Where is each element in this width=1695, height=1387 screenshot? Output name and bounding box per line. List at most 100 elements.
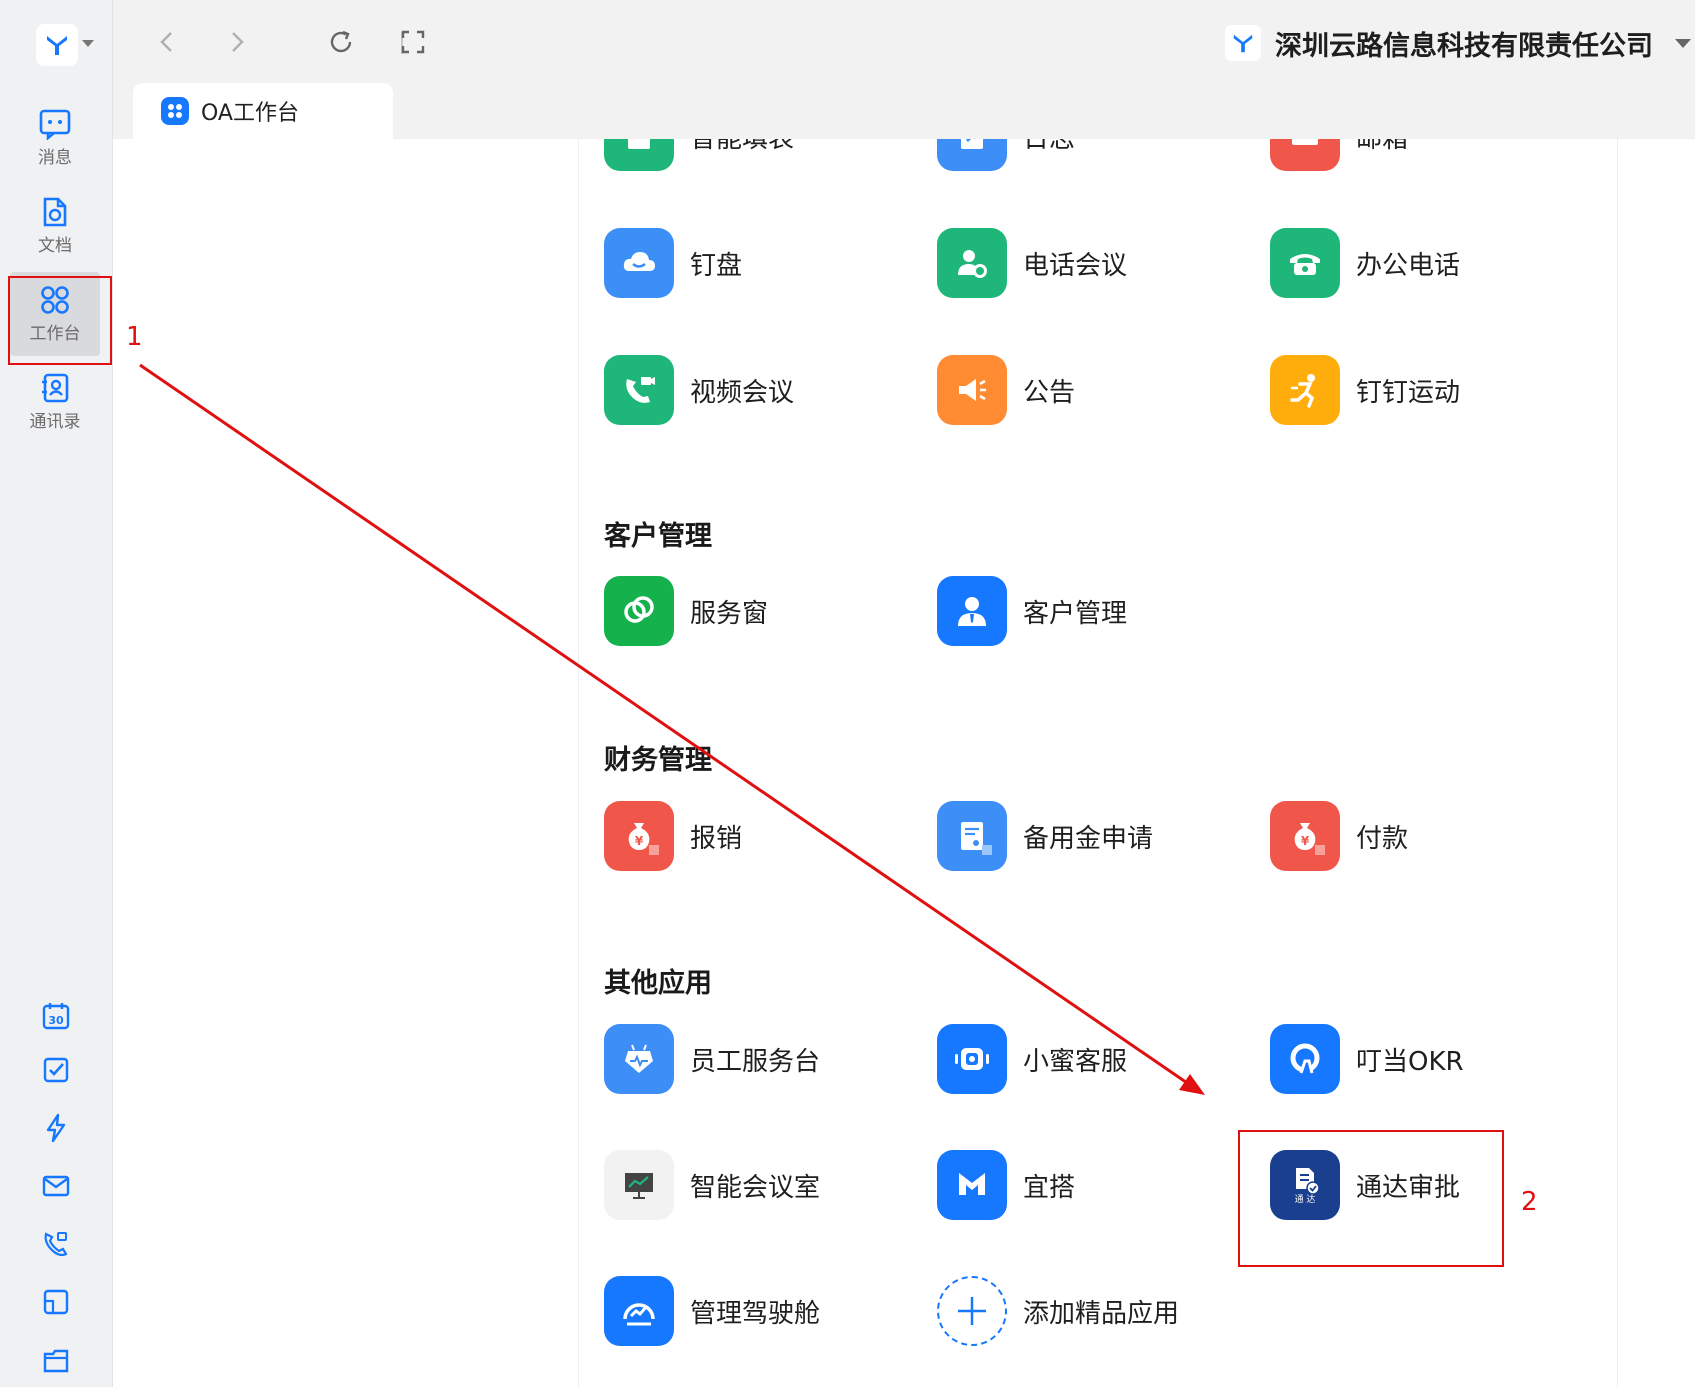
app-label: 付款 [1356,823,1409,854]
app-label: 小蜜客服 [1023,1046,1128,1077]
svg-text:¥: ¥ [635,834,644,848]
annotation-number-2: 2 [1521,1187,1538,1217]
layout-box-icon [43,1289,69,1315]
folder-icon [43,1349,69,1373]
workspace-button[interactable] [38,1284,74,1320]
app-label: 邮箱 [1356,139,1408,155]
ding-button[interactable] [38,1110,74,1146]
annotation-box-2 [1238,1130,1504,1267]
company-name: 深圳云路信息科技有限责任公司 [1275,30,1653,62]
app-office-phone[interactable]: 办公电话 [1270,228,1460,298]
app-okr[interactable]: 叮当OKR [1270,1024,1464,1094]
service-window-icon [604,576,674,646]
app-label: 员工服务台 [690,1046,821,1077]
app-add-premium[interactable]: 添加精品应用 [937,1276,1179,1346]
fullscreen-icon [401,30,425,54]
app-mail[interactable]: 邮箱 [1270,139,1408,171]
logo-dropdown-icon[interactable] [82,40,94,47]
todo-button[interactable] [38,1052,74,1088]
meeting-room-icon [604,1150,674,1220]
app-video-meeting[interactable]: 视频会议 [604,355,794,425]
chevron-left-icon [160,32,172,52]
app-customer-management[interactable]: 客户管理 [937,576,1127,646]
rail-item-contacts[interactable]: 通讯录 [10,360,100,444]
app-label: 管理驾驶舱 [690,1298,821,1329]
app-label: 智能填表 [690,139,794,155]
annotation-box-1 [8,276,112,365]
app-label: 客户管理 [1023,598,1128,629]
app-meeting-room[interactable]: 智能会议室 [604,1150,820,1220]
chevron-right-icon [232,32,244,52]
app-yida[interactable]: 宜搭 [937,1150,1075,1220]
dingtalk-logo-icon [1233,34,1253,53]
annotation-number-1: 1 [126,322,143,352]
workbench-tab-icon [161,97,189,125]
app-smart-form[interactable]: 智能填表 [604,139,794,171]
calendar-button[interactable]: 30 [38,998,74,1034]
app-reimburse[interactable]: ¥ 报销 [604,801,742,871]
okr-icon [1270,1024,1340,1094]
todo-check-icon [43,1057,69,1083]
ai-service-icon [937,1024,1007,1094]
app-ai-service[interactable]: 小蜜客服 [937,1024,1127,1094]
calendar-icon: 30 [42,1003,70,1030]
app-label: 日志 [1023,139,1075,155]
yida-icon [937,1150,1007,1220]
app-petty-cash[interactable]: 备用金申请 [937,801,1153,871]
app-label: 添加精品应用 [1023,1298,1180,1329]
app-logo[interactable] [36,24,78,66]
app-label: 钉钉运动 [1356,377,1461,408]
app-announcement[interactable]: 公告 [937,355,1075,425]
app-label: 智能会议室 [690,1172,821,1203]
rail-item-messages[interactable]: 消息 [10,96,100,180]
app-log[interactable]: 日志 [937,139,1075,171]
mail-button[interactable] [38,1168,74,1204]
reimburse-icon: ¥ [604,801,674,871]
log-icon [937,139,1007,171]
app-label: 视频会议 [690,377,795,408]
app-label: 服务窗 [690,598,769,629]
app-label: 报销 [690,823,743,854]
back-button[interactable] [151,26,183,58]
app-service-window[interactable]: 服务窗 [604,576,768,646]
payment-icon: ¥ [1270,801,1340,871]
company-switcher[interactable]: 深圳云路信息科技有限责任公司 [1225,20,1691,66]
customer-icon [937,576,1007,646]
petty-cash-icon [937,801,1007,871]
call-button[interactable] [38,1226,74,1262]
rail-item-label: 消息 [38,148,72,168]
top-bar: 深圳云路信息科技有限责任公司 [113,0,1695,84]
app-sport[interactable]: 钉钉运动 [1270,355,1460,425]
cloud-drive-icon [604,228,674,298]
lightning-icon [46,1113,66,1143]
phone-video-icon [44,1232,68,1257]
app-payment[interactable]: ¥ 付款 [1270,801,1408,871]
announcement-icon [937,355,1007,425]
document-icon [43,197,67,227]
section-title-customer: 客户管理 [604,521,712,552]
svg-text:¥: ¥ [1301,834,1310,848]
company-logo [1225,25,1261,61]
tab-oa-workbench[interactable]: OA工作台 [133,83,393,139]
app-phone-conference[interactable]: 电话会议 [937,228,1127,298]
app-label: 办公电话 [1356,250,1461,281]
section-title-other: 其他应用 [604,968,712,999]
tab-label: OA工作台 [201,101,299,126]
dashboard-icon [604,1276,674,1346]
fullscreen-button[interactable] [397,26,429,58]
app-cloud-drive[interactable]: 钉盘 [604,228,742,298]
service-desk-icon [604,1024,674,1094]
files-button[interactable] [38,1342,74,1378]
rail-item-docs[interactable]: 文档 [10,184,100,268]
mail-icon [1270,139,1340,171]
forward-button[interactable] [221,26,253,58]
app-dashboard[interactable]: 管理驾驶舱 [604,1276,820,1346]
left-rail: 消息 文档 工作台 通讯录 30 [0,0,113,1387]
mail-icon [42,1175,70,1197]
dingtalk-logo-icon [47,36,67,55]
refresh-button[interactable] [325,26,357,58]
sport-icon [1270,355,1340,425]
refresh-icon [330,30,352,53]
chevron-down-icon[interactable] [1675,38,1691,48]
app-service-desk[interactable]: 员工服务台 [604,1024,820,1094]
